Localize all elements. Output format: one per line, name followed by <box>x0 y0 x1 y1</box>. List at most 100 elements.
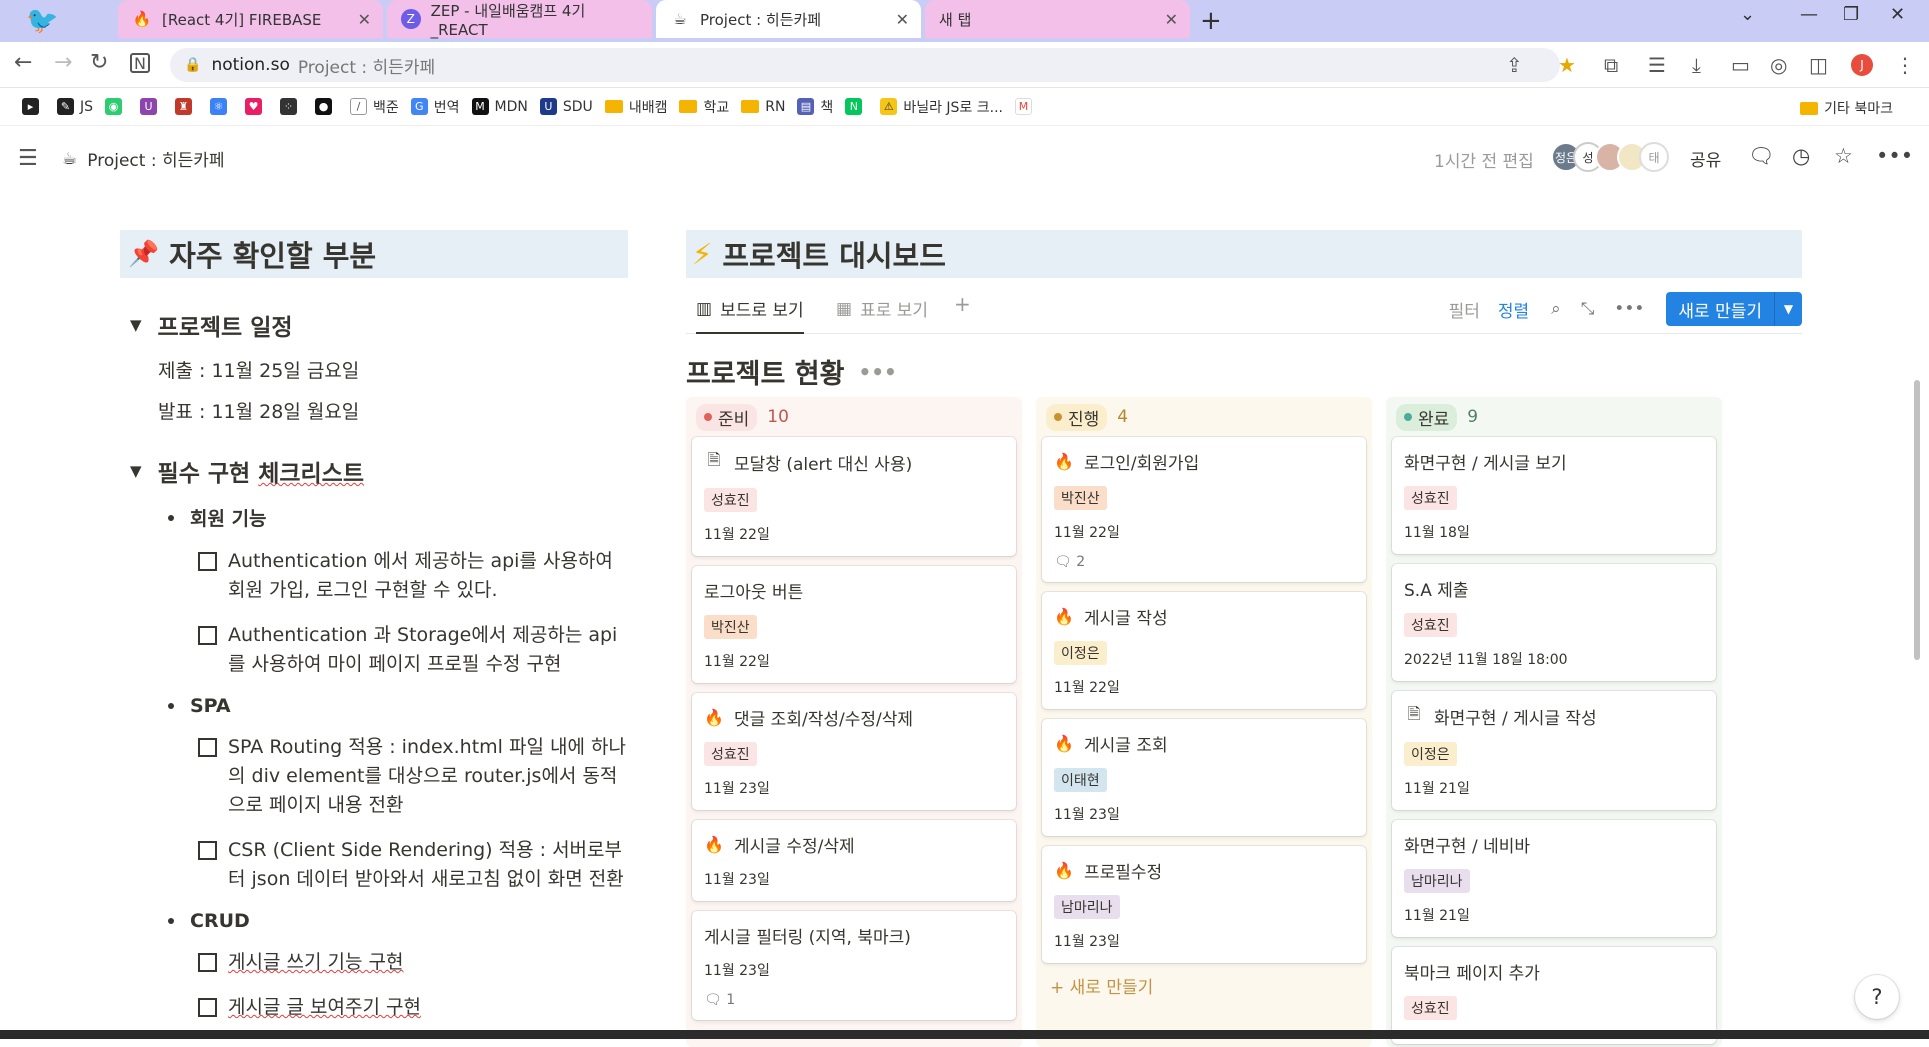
expand-icon[interactable]: ⤡ <box>1581 299 1595 319</box>
breadcrumb[interactable]: ☕ Project : 히든카페 <box>62 146 225 172</box>
tab-board-view[interactable]: ▥ 보드로 보기 <box>696 296 804 334</box>
bookmark-item[interactable]: ♥ <box>245 98 268 115</box>
browser-tab-zep[interactable]: Z ZEP - 내일배움캠프 4기_REACT <box>387 0 652 39</box>
toggle-schedule[interactable]: ▼ 프로젝트 일정 <box>120 308 628 342</box>
callout-frequent: 📌 자주 확인할 부분 <box>120 230 628 278</box>
url-bar[interactable]: 🔒 notion.so Project : 히든카페 <box>170 48 1560 82</box>
checkbox[interactable] <box>198 626 217 645</box>
board-card[interactable]: 🔥 댓글 조회/작성/수정/삭제 성효진 11월 23일 <box>692 693 1016 810</box>
sort-button[interactable]: 정렬 <box>1498 297 1529 322</box>
new-button[interactable]: 새로 만들기 ▼ <box>1666 292 1802 326</box>
close-icon[interactable]: ✕ <box>1165 10 1178 29</box>
bookmark-folder[interactable]: RN <box>741 99 785 115</box>
checkbox[interactable] <box>198 953 217 972</box>
history-icon[interactable]: ◷ <box>1792 144 1810 168</box>
more-icon[interactable]: ••• <box>1876 144 1913 168</box>
share-button[interactable]: 공유 <box>1690 146 1721 171</box>
bookmark-item[interactable]: ✎ JS <box>57 98 93 115</box>
add-view-icon[interactable]: + <box>954 292 971 316</box>
bookmark-item[interactable]: ▤ 책 <box>797 97 833 117</box>
board-card[interactable]: 🔥 게시글 조회 이태현 11월 23일 <box>1042 719 1366 836</box>
bookmark-folder[interactable]: 내배캠 <box>604 97 667 117</box>
help-button[interactable]: ? <box>1855 975 1899 1019</box>
bookmark-item[interactable]: ♜ <box>175 98 198 115</box>
tab-table-view[interactable]: ▦ 표로 보기 <box>836 296 928 322</box>
back-icon[interactable]: ← <box>14 50 32 75</box>
checkbox[interactable] <box>198 998 217 1017</box>
profile-avatar[interactable]: J <box>1851 54 1873 76</box>
board-card[interactable]: 🔥 로그인/회원가입 박진산 11월 22일 🗨 2 <box>1042 437 1366 582</box>
bookmark-item[interactable]: M <box>1014 98 1038 115</box>
browser-tab-firebase[interactable]: 🔥 [React 4기] FIREBASE ✕ <box>118 0 383 38</box>
board-card[interactable]: 🗎 화면구현 / 게시글 작성 이정은 11월 21일 <box>1392 691 1716 810</box>
extensions-icon[interactable]: ⧉ <box>1604 53 1618 77</box>
checkbox[interactable] <box>198 552 217 571</box>
reading-list-icon[interactable]: ☰ <box>1648 53 1666 77</box>
chevron-down-icon[interactable]: ⌄ <box>1740 4 1755 25</box>
code-icon: / <box>350 98 368 115</box>
reload-icon[interactable]: ↻ <box>90 50 108 75</box>
search-icon[interactable]: ⌕ <box>1551 299 1561 319</box>
page-scrollbar[interactable] <box>1914 380 1920 660</box>
restore-icon[interactable]: ❐ <box>1843 4 1859 25</box>
bookmark-star-icon[interactable]: ★ <box>1558 53 1576 77</box>
close-icon[interactable]: ✕ <box>358 10 371 29</box>
board-card[interactable]: 🔥 게시글 작성 이정은 11월 22일 <box>1042 592 1366 709</box>
status-badge: 완료 <box>1396 403 1458 431</box>
bookmark-item[interactable]: ⚛ <box>210 98 233 115</box>
other-bookmarks[interactable]: 기타 북마크 <box>1800 98 1893 118</box>
minimize-icon[interactable]: — <box>1800 4 1818 25</box>
bookmark-folder[interactable]: 학교 <box>679 97 729 117</box>
board-card[interactable]: 화면구현 / 게시글 보기 성효진 11월 18일 <box>1392 437 1716 554</box>
bookmark-item[interactable]: ▸ <box>22 98 45 115</box>
bookmark-item[interactable]: ● <box>315 98 338 115</box>
screenshot-icon[interactable]: ◎ <box>1770 53 1787 77</box>
forward-icon[interactable]: → <box>54 50 72 75</box>
notion-icon[interactable]: N <box>130 53 150 73</box>
board-card[interactable]: 게시글 필터링 (지역, 북마크) 11월 23일 🗨 1 <box>692 911 1016 1020</box>
new-tab-icon[interactable]: + <box>1200 6 1222 36</box>
favorite-star-icon[interactable]: ☆ <box>1834 144 1853 168</box>
kebab-menu-icon[interactable]: ⋮ <box>1895 53 1915 77</box>
board-card[interactable]: 로그아웃 버튼 박진산 11월 22일 <box>692 566 1016 683</box>
checkbox[interactable] <box>198 738 217 757</box>
cast-icon[interactable]: ▭ <box>1731 53 1750 77</box>
bookmark-item[interactable]: ◉ <box>105 98 128 115</box>
card-date: 11월 18일 <box>1404 525 1470 541</box>
collaborator-avatars[interactable]: 정은 성 태 <box>1551 142 1669 172</box>
side-panel-icon[interactable]: ◫ <box>1809 53 1828 77</box>
assignee-tag: 이태현 <box>1054 768 1107 792</box>
board-card[interactable]: 화면구현 / 네비바 남마리나 11월 21일 <box>1392 820 1716 937</box>
bookmark-item[interactable]: / 백준 <box>350 97 399 117</box>
close-window-icon[interactable]: ✕ <box>1890 4 1905 25</box>
more-icon[interactable]: ••• <box>1614 299 1644 319</box>
download-icon[interactable]: ⤓ <box>1692 53 1701 77</box>
close-icon[interactable]: ✕ <box>896 10 909 29</box>
add-card-button[interactable]: + 새로 만들기 <box>1042 973 1366 998</box>
board-card[interactable]: 🔥 프로필수정 남마리나 11월 23일 <box>1042 846 1366 963</box>
bookmark-item[interactable]: ⚠ 바닐라 JS로 크... <box>880 97 1003 117</box>
more-icon[interactable]: ••• <box>858 360 896 384</box>
checkbox[interactable] <box>198 841 217 860</box>
bookmark-item[interactable]: G 번역 <box>410 97 460 117</box>
bookmark-item[interactable]: ⁘ <box>280 98 303 115</box>
browser-tab-project[interactable]: ☕ Project : 히든카페 ✕ <box>656 0 921 38</box>
browser-tab-new[interactable]: 새 탭 ✕ <box>925 0 1190 38</box>
toggle-triangle-icon[interactable]: ▼ <box>130 316 142 334</box>
bookmark-item[interactable]: U SDU <box>539 98 593 115</box>
board-card[interactable]: S.A 제출 성효진 2022년 11월 18일 18:00 <box>1392 564 1716 681</box>
filter-button[interactable]: 필터 <box>1449 297 1480 322</box>
chevron-down-icon[interactable]: ▼ <box>1774 292 1802 326</box>
bookmark-item[interactable]: N <box>845 98 868 115</box>
board-card[interactable]: 🗎 모달창 (alert 대신 사용) 성효진 11월 22일 <box>692 437 1016 556</box>
board-card[interactable]: 🔥 게시글 수정/삭제 11월 23일 <box>692 820 1016 901</box>
bookmark-item[interactable]: U <box>140 98 163 115</box>
toggle-checklist[interactable]: ▼ 필수 구현 체크리스트 <box>120 454 628 488</box>
bookmark-item[interactable]: M MDN <box>471 98 528 115</box>
share-page-icon[interactable]: ⇪ <box>1506 53 1523 77</box>
sidebar-menu-icon[interactable]: ☰ <box>18 146 38 171</box>
bookmark-icon: ♥ <box>245 98 263 115</box>
comment-icon[interactable]: 🗨 <box>1748 144 1775 169</box>
card-date: 2022년 11월 18일 18:00 <box>1404 652 1568 668</box>
toggle-triangle-icon[interactable]: ▼ <box>130 462 142 480</box>
